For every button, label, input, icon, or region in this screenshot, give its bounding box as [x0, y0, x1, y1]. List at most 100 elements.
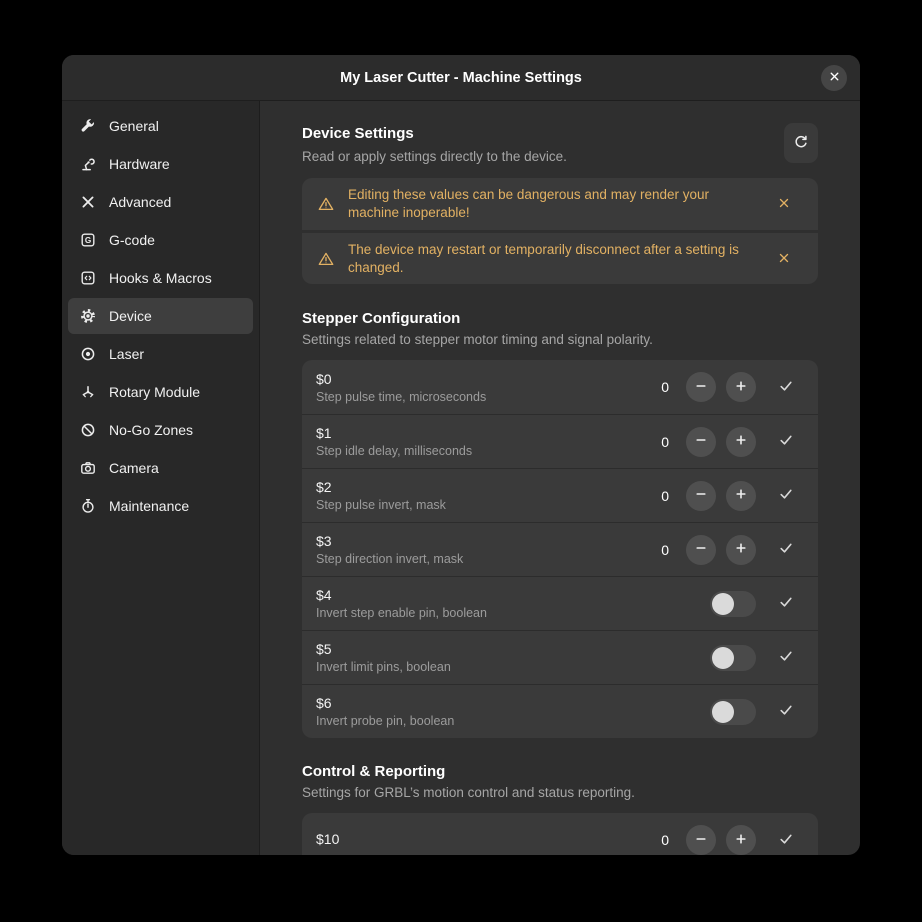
setting-id: $5: [316, 641, 710, 657]
apply-button[interactable]: [778, 594, 794, 613]
sidebar-item-device[interactable]: Device: [68, 298, 253, 334]
warning-banner: The device may restart or temporarily di…: [302, 230, 818, 284]
increment-button[interactable]: [726, 481, 756, 511]
sidebar-item-label: No-Go Zones: [109, 422, 193, 438]
setting-controls: 0: [661, 825, 794, 855]
check-icon: [778, 594, 794, 613]
setting-info: $0 Step pulse time, microseconds: [316, 371, 661, 404]
sidebar-item-g-code[interactable]: G G-code: [68, 222, 253, 258]
plus-icon: [733, 432, 749, 451]
setting-value[interactable]: 0: [661, 434, 669, 450]
titlebar[interactable]: My Laser Cutter - Machine Settings: [62, 55, 860, 101]
setting-description: Step pulse time, microseconds: [316, 390, 661, 404]
minus-icon: [693, 432, 709, 451]
machine-settings-dialog: My Laser Cutter - Machine Settings Gener…: [62, 55, 860, 855]
apply-button[interactable]: [778, 540, 794, 559]
sidebar-item-laser[interactable]: Laser: [68, 336, 253, 372]
close-button[interactable]: [821, 65, 847, 91]
sidebar-item-label: Laser: [109, 346, 144, 362]
setting-info: $10: [316, 831, 661, 850]
settings-group: $0Step pulse time, microseconds0$1Step i…: [302, 360, 818, 738]
setting-id: $3: [316, 533, 661, 549]
setting-id: $2: [316, 479, 661, 495]
robot-arm-icon: [80, 156, 96, 172]
check-icon: [778, 378, 794, 397]
banner-dismiss-button[interactable]: [774, 194, 794, 214]
settings-group: $100: [302, 813, 818, 855]
setting-row-1: $1Step idle delay, milliseconds0: [302, 414, 818, 468]
apply-button[interactable]: [778, 831, 794, 850]
setting-id: $10: [316, 831, 661, 847]
plus-icon: [733, 378, 749, 397]
apply-button[interactable]: [778, 486, 794, 505]
toggle-knob: [712, 593, 734, 615]
decrement-button[interactable]: [686, 481, 716, 511]
decrement-button[interactable]: [686, 427, 716, 457]
apply-button[interactable]: [778, 432, 794, 451]
increment-button[interactable]: [726, 372, 756, 402]
crossed-tools-icon: [80, 194, 96, 210]
decrement-button[interactable]: [686, 372, 716, 402]
apply-button[interactable]: [778, 378, 794, 397]
window-title: My Laser Cutter - Machine Settings: [340, 70, 582, 86]
section-title: Control & Reporting: [302, 763, 818, 780]
toggle-knob: [712, 701, 734, 723]
svg-text:G: G: [85, 236, 91, 245]
setting-value[interactable]: 0: [661, 488, 669, 504]
sidebar-item-maintenance[interactable]: Maintenance: [68, 488, 253, 524]
plus-icon: [733, 540, 749, 559]
setting-description: Step idle delay, milliseconds: [316, 444, 661, 458]
code-brackets-icon: [80, 270, 96, 286]
laser-dot-icon: [80, 346, 96, 362]
stopwatch-icon: [80, 498, 96, 514]
sidebar-item-label: G-code: [109, 232, 155, 248]
page-title: Device Settings: [302, 125, 567, 142]
sidebar-item-label: Hardware: [109, 156, 170, 172]
setting-info: $2 Step pulse invert, mask: [316, 479, 661, 512]
decrement-button[interactable]: [686, 825, 716, 855]
sidebar-item-camera[interactable]: Camera: [68, 450, 253, 486]
close-icon: [828, 70, 841, 86]
apply-button[interactable]: [778, 648, 794, 667]
sidebar-item-rotary-module[interactable]: Rotary Module: [68, 374, 253, 410]
apply-button[interactable]: [778, 702, 794, 721]
setting-controls: [710, 591, 794, 617]
gear-icon: [80, 308, 96, 324]
setting-controls: [710, 645, 794, 671]
sidebar-item-general[interactable]: General: [68, 108, 253, 144]
setting-value[interactable]: 0: [661, 542, 669, 558]
sidebar-item-no-go-zones[interactable]: No-Go Zones: [68, 412, 253, 448]
warning-icon: [318, 251, 334, 267]
check-icon: [778, 540, 794, 559]
sidebar-item-label: General: [109, 118, 159, 134]
sidebar-item-advanced[interactable]: Advanced: [68, 184, 253, 220]
increment-button[interactable]: [726, 535, 756, 565]
increment-button[interactable]: [726, 825, 756, 855]
toggle-switch[interactable]: [710, 645, 756, 671]
content-header: Device Settings Read or apply settings d…: [302, 125, 818, 164]
setting-controls: 0: [661, 481, 794, 511]
warning-icon: [318, 196, 334, 212]
dismiss-icon: [776, 251, 792, 267]
setting-value[interactable]: 0: [661, 379, 669, 395]
setting-controls: 0: [661, 372, 794, 402]
sidebar-item-label: Device: [109, 308, 152, 324]
sidebar-item-hardware[interactable]: Hardware: [68, 146, 253, 182]
sidebar-item-hooks-macros[interactable]: Hooks & Macros: [68, 260, 253, 296]
sidebar-item-label: Camera: [109, 460, 159, 476]
sidebar-item-label: Advanced: [109, 194, 171, 210]
setting-value[interactable]: 0: [661, 832, 669, 848]
sidebar-item-label: Rotary Module: [109, 384, 200, 400]
setting-description: Step pulse invert, mask: [316, 498, 661, 512]
setting-id: $0: [316, 371, 661, 387]
setting-row-2: $2 Step pulse invert, mask0: [302, 468, 818, 522]
setting-row-5: $5Invert limit pins, boolean: [302, 630, 818, 684]
decrement-button[interactable]: [686, 535, 716, 565]
banner-dismiss-button[interactable]: [774, 249, 794, 269]
toggle-switch[interactable]: [710, 591, 756, 617]
refresh-button[interactable]: [784, 123, 818, 163]
setting-row-3: $3Step direction invert, mask0: [302, 522, 818, 576]
increment-button[interactable]: [726, 427, 756, 457]
setting-row-6: $6Invert probe pin, boolean: [302, 684, 818, 738]
toggle-switch[interactable]: [710, 699, 756, 725]
